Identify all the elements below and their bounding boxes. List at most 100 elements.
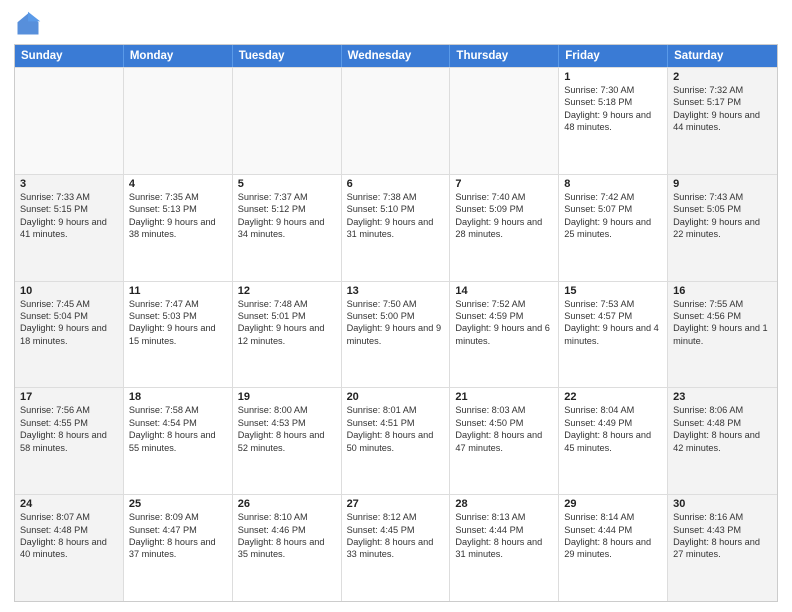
day-info: Sunrise: 7:37 AM Sunset: 5:12 PM Dayligh… [238, 191, 336, 241]
day-number: 25 [129, 498, 227, 510]
day-number: 7 [455, 178, 553, 190]
calendar-cell: 8Sunrise: 7:42 AM Sunset: 5:07 PM Daylig… [559, 175, 668, 281]
day-info: Sunrise: 8:12 AM Sunset: 4:45 PM Dayligh… [347, 511, 445, 561]
page: SundayMondayTuesdayWednesdayThursdayFrid… [0, 0, 792, 612]
day-info: Sunrise: 8:04 AM Sunset: 4:49 PM Dayligh… [564, 404, 662, 454]
day-number: 15 [564, 285, 662, 297]
calendar-cell: 10Sunrise: 7:45 AM Sunset: 5:04 PM Dayli… [15, 282, 124, 388]
calendar-cell: 25Sunrise: 8:09 AM Sunset: 4:47 PM Dayli… [124, 495, 233, 601]
calendar-header: SundayMondayTuesdayWednesdayThursdayFrid… [15, 45, 777, 67]
day-number: 23 [673, 391, 772, 403]
day-info: Sunrise: 8:16 AM Sunset: 4:43 PM Dayligh… [673, 511, 772, 561]
calendar-cell: 3Sunrise: 7:33 AM Sunset: 5:15 PM Daylig… [15, 175, 124, 281]
day-header-wednesday: Wednesday [342, 45, 451, 67]
calendar-cell: 21Sunrise: 8:03 AM Sunset: 4:50 PM Dayli… [450, 388, 559, 494]
day-info: Sunrise: 7:52 AM Sunset: 4:59 PM Dayligh… [455, 298, 553, 348]
day-info: Sunrise: 8:07 AM Sunset: 4:48 PM Dayligh… [20, 511, 118, 561]
day-info: Sunrise: 7:50 AM Sunset: 5:00 PM Dayligh… [347, 298, 445, 348]
day-number: 12 [238, 285, 336, 297]
calendar-cell: 15Sunrise: 7:53 AM Sunset: 4:57 PM Dayli… [559, 282, 668, 388]
day-number: 28 [455, 498, 553, 510]
day-header-sunday: Sunday [15, 45, 124, 67]
day-number: 6 [347, 178, 445, 190]
day-info: Sunrise: 7:58 AM Sunset: 4:54 PM Dayligh… [129, 404, 227, 454]
day-number: 14 [455, 285, 553, 297]
calendar-cell [233, 68, 342, 174]
logo [14, 10, 46, 38]
calendar-body: 1Sunrise: 7:30 AM Sunset: 5:18 PM Daylig… [15, 67, 777, 601]
day-info: Sunrise: 7:35 AM Sunset: 5:13 PM Dayligh… [129, 191, 227, 241]
day-number: 2 [673, 71, 772, 83]
day-info: Sunrise: 8:13 AM Sunset: 4:44 PM Dayligh… [455, 511, 553, 561]
day-info: Sunrise: 8:00 AM Sunset: 4:53 PM Dayligh… [238, 404, 336, 454]
day-number: 18 [129, 391, 227, 403]
calendar-cell [124, 68, 233, 174]
calendar-cell: 23Sunrise: 8:06 AM Sunset: 4:48 PM Dayli… [668, 388, 777, 494]
day-header-thursday: Thursday [450, 45, 559, 67]
day-number: 16 [673, 285, 772, 297]
day-number: 19 [238, 391, 336, 403]
day-info: Sunrise: 8:14 AM Sunset: 4:44 PM Dayligh… [564, 511, 662, 561]
calendar-cell: 16Sunrise: 7:55 AM Sunset: 4:56 PM Dayli… [668, 282, 777, 388]
calendar-cell: 5Sunrise: 7:37 AM Sunset: 5:12 PM Daylig… [233, 175, 342, 281]
day-info: Sunrise: 7:55 AM Sunset: 4:56 PM Dayligh… [673, 298, 772, 348]
calendar-cell: 30Sunrise: 8:16 AM Sunset: 4:43 PM Dayli… [668, 495, 777, 601]
calendar-cell: 26Sunrise: 8:10 AM Sunset: 4:46 PM Dayli… [233, 495, 342, 601]
calendar-cell: 1Sunrise: 7:30 AM Sunset: 5:18 PM Daylig… [559, 68, 668, 174]
calendar-cell: 24Sunrise: 8:07 AM Sunset: 4:48 PM Dayli… [15, 495, 124, 601]
day-number: 20 [347, 391, 445, 403]
day-info: Sunrise: 8:10 AM Sunset: 4:46 PM Dayligh… [238, 511, 336, 561]
calendar-cell: 27Sunrise: 8:12 AM Sunset: 4:45 PM Dayli… [342, 495, 451, 601]
day-number: 4 [129, 178, 227, 190]
calendar-cell [450, 68, 559, 174]
day-number: 29 [564, 498, 662, 510]
day-info: Sunrise: 7:38 AM Sunset: 5:10 PM Dayligh… [347, 191, 445, 241]
calendar-cell: 17Sunrise: 7:56 AM Sunset: 4:55 PM Dayli… [15, 388, 124, 494]
day-info: Sunrise: 7:56 AM Sunset: 4:55 PM Dayligh… [20, 404, 118, 454]
day-info: Sunrise: 7:53 AM Sunset: 4:57 PM Dayligh… [564, 298, 662, 348]
day-header-tuesday: Tuesday [233, 45, 342, 67]
day-info: Sunrise: 7:43 AM Sunset: 5:05 PM Dayligh… [673, 191, 772, 241]
header [14, 10, 778, 38]
day-number: 17 [20, 391, 118, 403]
calendar-cell: 12Sunrise: 7:48 AM Sunset: 5:01 PM Dayli… [233, 282, 342, 388]
calendar-cell: 2Sunrise: 7:32 AM Sunset: 5:17 PM Daylig… [668, 68, 777, 174]
calendar-cell: 7Sunrise: 7:40 AM Sunset: 5:09 PM Daylig… [450, 175, 559, 281]
calendar-cell: 14Sunrise: 7:52 AM Sunset: 4:59 PM Dayli… [450, 282, 559, 388]
day-info: Sunrise: 7:48 AM Sunset: 5:01 PM Dayligh… [238, 298, 336, 348]
calendar-cell: 11Sunrise: 7:47 AM Sunset: 5:03 PM Dayli… [124, 282, 233, 388]
day-number: 21 [455, 391, 553, 403]
day-number: 11 [129, 285, 227, 297]
calendar-cell: 20Sunrise: 8:01 AM Sunset: 4:51 PM Dayli… [342, 388, 451, 494]
day-number: 27 [347, 498, 445, 510]
calendar-cell: 29Sunrise: 8:14 AM Sunset: 4:44 PM Dayli… [559, 495, 668, 601]
calendar-cell: 4Sunrise: 7:35 AM Sunset: 5:13 PM Daylig… [124, 175, 233, 281]
calendar-cell: 28Sunrise: 8:13 AM Sunset: 4:44 PM Dayli… [450, 495, 559, 601]
day-info: Sunrise: 8:06 AM Sunset: 4:48 PM Dayligh… [673, 404, 772, 454]
day-info: Sunrise: 8:01 AM Sunset: 4:51 PM Dayligh… [347, 404, 445, 454]
calendar-cell: 18Sunrise: 7:58 AM Sunset: 4:54 PM Dayli… [124, 388, 233, 494]
calendar-cell: 9Sunrise: 7:43 AM Sunset: 5:05 PM Daylig… [668, 175, 777, 281]
day-number: 30 [673, 498, 772, 510]
day-number: 8 [564, 178, 662, 190]
day-header-monday: Monday [124, 45, 233, 67]
day-info: Sunrise: 7:47 AM Sunset: 5:03 PM Dayligh… [129, 298, 227, 348]
calendar: SundayMondayTuesdayWednesdayThursdayFrid… [14, 44, 778, 602]
day-info: Sunrise: 7:33 AM Sunset: 5:15 PM Dayligh… [20, 191, 118, 241]
day-number: 10 [20, 285, 118, 297]
calendar-row-3: 17Sunrise: 7:56 AM Sunset: 4:55 PM Dayli… [15, 387, 777, 494]
day-header-saturday: Saturday [668, 45, 777, 67]
calendar-cell: 19Sunrise: 8:00 AM Sunset: 4:53 PM Dayli… [233, 388, 342, 494]
day-number: 5 [238, 178, 336, 190]
day-info: Sunrise: 7:30 AM Sunset: 5:18 PM Dayligh… [564, 84, 662, 134]
calendar-cell [15, 68, 124, 174]
day-info: Sunrise: 7:40 AM Sunset: 5:09 PM Dayligh… [455, 191, 553, 241]
day-info: Sunrise: 8:09 AM Sunset: 4:47 PM Dayligh… [129, 511, 227, 561]
day-number: 24 [20, 498, 118, 510]
calendar-row-4: 24Sunrise: 8:07 AM Sunset: 4:48 PM Dayli… [15, 494, 777, 601]
day-number: 13 [347, 285, 445, 297]
day-number: 26 [238, 498, 336, 510]
day-header-friday: Friday [559, 45, 668, 67]
day-number: 1 [564, 71, 662, 83]
day-number: 3 [20, 178, 118, 190]
